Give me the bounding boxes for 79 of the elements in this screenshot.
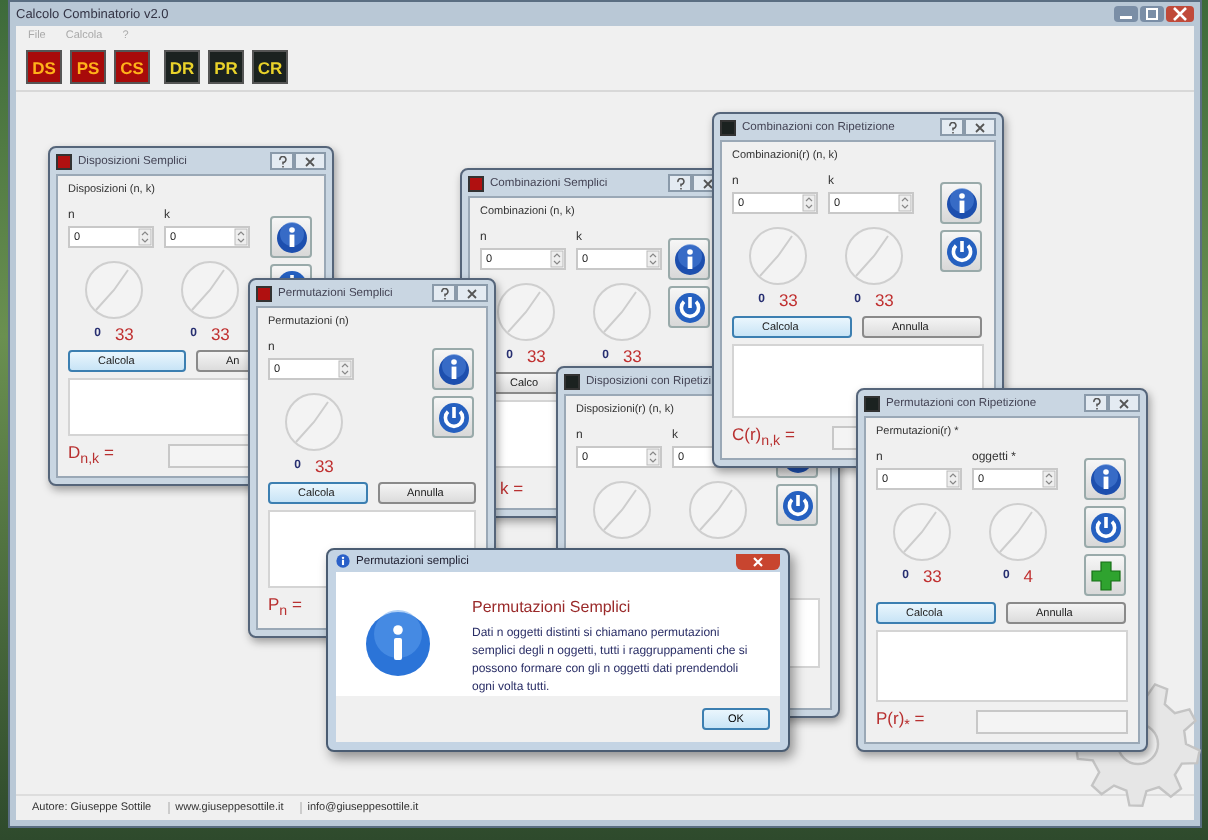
add-button[interactable] [1084,554,1126,596]
power-icon [673,291,705,323]
info-icon [437,353,469,385]
dial-maximum: 33 [114,324,134,344]
power-icon [945,235,977,267]
help-icon [1091,397,1101,409]
result-label: k = [500,477,524,497]
dial-maximum: 33 [922,566,942,586]
close-icon [1118,397,1130,409]
power-icon [1089,511,1121,543]
info-button[interactable] [432,348,474,390]
help-icon [947,121,957,133]
power-icon [437,401,469,433]
dial-maximum: 33 [778,290,798,310]
toolbar-button[interactable]: DS [26,50,62,84]
help-button[interactable] [668,174,692,192]
info-icon [673,243,705,275]
spinner-icon [802,194,816,212]
dial-maximum: 4 [1023,566,1034,586]
spinner-icon [234,228,248,246]
power-icon [781,489,813,521]
close-button[interactable] [736,553,780,569]
close-button[interactable] [456,284,488,302]
spinner-icon [1042,470,1056,488]
help-button[interactable] [270,152,294,170]
result-label: D$_{n,k}$ = [68,442,114,463]
spinner-icon [550,250,564,268]
close-button[interactable] [294,152,326,170]
power-button[interactable] [1084,506,1126,548]
toolbar-button[interactable]: PR [208,50,244,84]
info-button[interactable] [668,238,710,280]
toolbar-button[interactable]: PS [70,50,106,84]
close-button[interactable] [1108,394,1140,412]
plus-icon [1089,559,1121,591]
result-label: C(r)$_{n,k}$ = [732,424,795,445]
power-button[interactable] [432,396,474,438]
toolbar-button[interactable]: DR [164,50,200,84]
toolbar-button[interactable]: CS [114,50,150,84]
info-icon [336,554,350,568]
spinner-icon [898,194,912,212]
dial-maximum: 33 [210,324,230,344]
dial-maximum: 33 [874,290,894,310]
info-icon [275,221,307,253]
dial-maximum: 33 [622,346,642,366]
help-icon [277,155,287,167]
toolbar-button[interactable]: CR [252,50,288,84]
info-icon [945,187,977,219]
dial-maximum: 33 [314,456,334,476]
spinner-icon [646,448,660,466]
result-label: P(r)$_{*}$ = [876,708,925,729]
help-icon [439,287,449,299]
dial-maximum: 33 [526,346,546,366]
close-button[interactable] [1166,6,1194,22]
close-button[interactable] [964,118,996,136]
help-button[interactable] [1084,394,1108,412]
result-label: P$_{n}$ = [268,594,302,615]
spinner-icon [946,470,960,488]
spinner-icon [646,250,660,268]
close-icon [752,555,764,567]
power-button[interactable] [668,286,710,328]
close-icon [974,121,986,133]
info-button[interactable] [1084,458,1126,500]
help-button[interactable] [940,118,964,136]
minimize-button[interactable] [1114,6,1138,22]
info-icon [1089,463,1121,495]
info-icon [364,610,432,678]
dialog-heading: Permutazioni Semplici [472,598,633,616]
close-icon [466,287,478,299]
info-button[interactable] [940,182,982,224]
close-icon [304,155,316,167]
maximize-button[interactable] [1140,6,1164,22]
spinner-icon [338,360,352,378]
help-icon [675,177,685,189]
close-icon [702,177,714,189]
power-button[interactable] [776,484,818,526]
spinner-icon [138,228,152,246]
info-button[interactable] [270,216,312,258]
help-button[interactable] [432,284,456,302]
power-button[interactable] [940,230,982,272]
